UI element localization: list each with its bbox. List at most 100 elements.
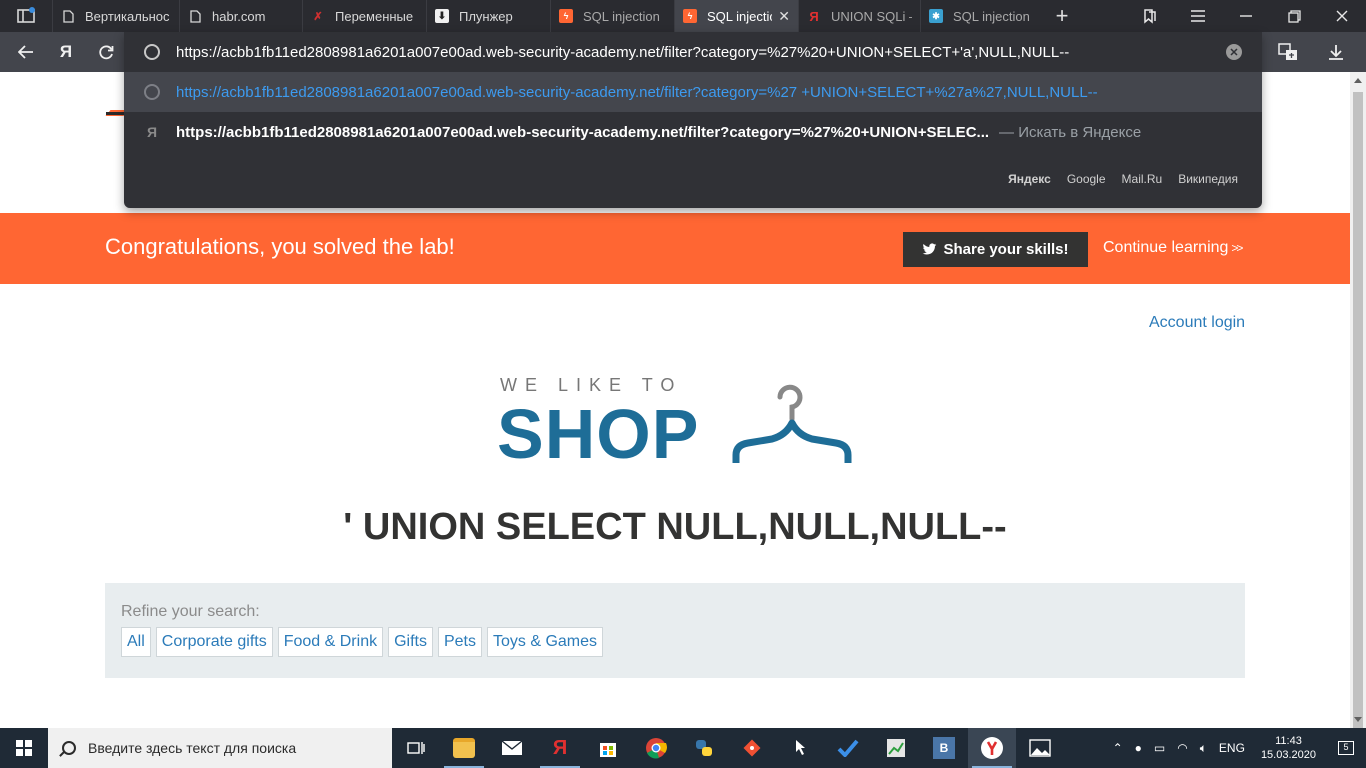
yandex-icon[interactable]: Я [46,32,86,72]
tab-sql-injection-3[interactable]: ✱ SQL injection [920,0,1042,32]
account-login-link[interactable]: Account login [1149,314,1245,332]
engine-google[interactable]: Google [1067,172,1106,186]
scroll-down-icon[interactable] [1354,717,1362,722]
close-tab-icon[interactable]: ✕ [778,8,790,25]
clear-address-icon[interactable]: ✕ [1226,44,1242,60]
restore-icon[interactable] [1270,0,1318,32]
filter-toys-games[interactable]: Toys & Games [487,627,604,657]
photos-icon[interactable] [1016,728,1064,768]
pointer-app-icon[interactable] [776,728,824,768]
tab-bar: Вертикальнос habr.com ✗ Переменные ⬇ Плу… [0,0,1366,32]
tab-title: SQL injectio [707,8,773,24]
burp-icon: ϟ [683,9,697,23]
twitter-icon [923,243,937,255]
store-icon[interactable] [584,728,632,768]
yandex-app-icon[interactable]: Я [536,728,584,768]
scrollbar-thumb[interactable] [1353,92,1363,736]
share-skills-button[interactable]: Share your skills! [903,232,1088,267]
task-view-icon[interactable] [392,728,440,768]
yandex-icon: Я [809,8,819,24]
portswigger-icon: ✱ [929,9,943,23]
filter-all[interactable]: All [121,627,151,657]
filter-food-drink[interactable]: Food & Drink [277,627,384,657]
vk-icon[interactable]: В [920,728,968,768]
filter-corporate-gifts[interactable]: Corporate gifts [155,627,273,657]
translate-icon[interactable] [1264,32,1312,72]
suggestion-text: https://acbb1fb11ed2808981a6201a007e00ad… [176,83,1098,101]
tab-title: Плунжер [459,8,513,24]
filter-gifts[interactable]: Gifts [388,627,433,657]
tab-vertical[interactable]: Вертикальнос [52,0,179,32]
tabs-panel-icon[interactable] [0,0,52,32]
globe-icon [144,84,160,100]
academy-logo-line [106,112,126,120]
close-window-icon[interactable] [1318,0,1366,32]
scroll-up-icon[interactable] [1354,78,1362,83]
notification-count: 5 [1338,741,1354,755]
engine-mailru[interactable]: Mail.Ru [1122,172,1163,186]
taskbar: Введите здесь текст для поиска Я В ⌃ ● ▭… [0,728,1366,768]
continue-learning-link[interactable]: Continue learning >> [1103,239,1243,257]
globe-icon [144,44,160,60]
taskbar-apps: Я В [392,728,1064,768]
minimize-icon[interactable] [1222,0,1270,32]
address-url[interactable]: https://acbb1fb11ed2808981a6201a007e00ad… [176,44,1069,61]
menu-icon[interactable] [1174,0,1222,32]
tab-title: SQL injection [583,8,660,24]
page-title: ' UNION SELECT NULL,NULL,NULL-- [343,506,1007,548]
todo-icon[interactable] [824,728,872,768]
refresh-icon[interactable] [86,32,126,72]
downloads-icon[interactable] [1312,32,1360,72]
page-icon [188,9,202,23]
taskbar-search-placeholder: Введите здесь текст для поиска [88,740,297,756]
language-indicator[interactable]: ENG [1219,741,1245,755]
tab-union-sqli[interactable]: Я UNION SQLi – [798,0,920,32]
clock[interactable]: 11:43 15.03.2020 [1261,734,1316,762]
chart-app-icon[interactable] [872,728,920,768]
tab-variables[interactable]: ✗ Переменные [302,0,426,32]
mail-icon[interactable] [488,728,536,768]
new-tab-icon[interactable]: + [1042,0,1082,32]
chrome-icon[interactable] [632,728,680,768]
bookmarks-icon[interactable] [1126,0,1174,32]
double-chevron-icon: >> [1231,241,1243,255]
logo-shop-text: SHOP [497,395,700,473]
git-icon[interactable] [728,728,776,768]
engine-yandex[interactable]: Яндекс [1008,172,1051,186]
page-scrollbar[interactable] [1350,72,1366,736]
yandex-browser-icon[interactable] [968,728,1016,768]
solved-banner: Congratulations, you solved the lab! Sha… [0,213,1350,284]
taskbar-search[interactable]: Введите здесь текст для поиска [48,728,392,768]
tab-title: SQL injection [953,8,1030,24]
download-icon: ⬇ [435,9,449,23]
python-icon[interactable] [680,728,728,768]
chevron-up-icon[interactable]: ⌃ [1113,741,1123,755]
notifications-icon[interactable]: 5 [1326,728,1366,768]
tab-habr[interactable]: habr.com [179,0,302,32]
solved-message: Congratulations, you solved the lab! [105,234,455,259]
tab-title: Вертикальнос [85,8,170,24]
network-error-icon[interactable]: ● [1135,741,1142,755]
logo-tagline: WE LIKE TO [500,375,683,395]
share-skills-label: Share your skills! [943,241,1069,258]
clock-time: 11:43 [1275,735,1302,747]
nav-right-tools [1264,32,1366,72]
tab-sql-injection-active[interactable]: ϟ SQL injectio ✕ [674,0,798,32]
file-explorer-icon[interactable] [440,728,488,768]
page-icon [61,9,75,23]
suggestion-url[interactable]: https://acbb1fb11ed2808981a6201a007e00ad… [124,72,1262,112]
start-button[interactable] [0,728,48,768]
address-bar[interactable]: https://acbb1fb11ed2808981a6201a007e00ad… [124,32,1262,72]
suggestion-search[interactable]: Я https://acbb1fb11ed2808981a6201a007e00… [124,112,1262,152]
volume-icon[interactable]: 🔈︎ [1200,741,1207,756]
battery-icon[interactable]: ▭ [1154,741,1165,755]
tab-plunger[interactable]: ⬇ Плунжер [426,0,550,32]
wifi-icon[interactable]: ◠ [1177,741,1187,755]
filter-pets[interactable]: Pets [437,627,482,657]
x-logo-icon: ✗ [313,10,323,23]
tab-sql-injection-1[interactable]: ϟ SQL injection [550,0,674,32]
engine-wikipedia[interactable]: Википедия [1178,172,1238,186]
refine-label: Refine your search: [121,603,260,620]
back-arrow-icon[interactable] [6,32,46,72]
search-icon [62,741,76,755]
